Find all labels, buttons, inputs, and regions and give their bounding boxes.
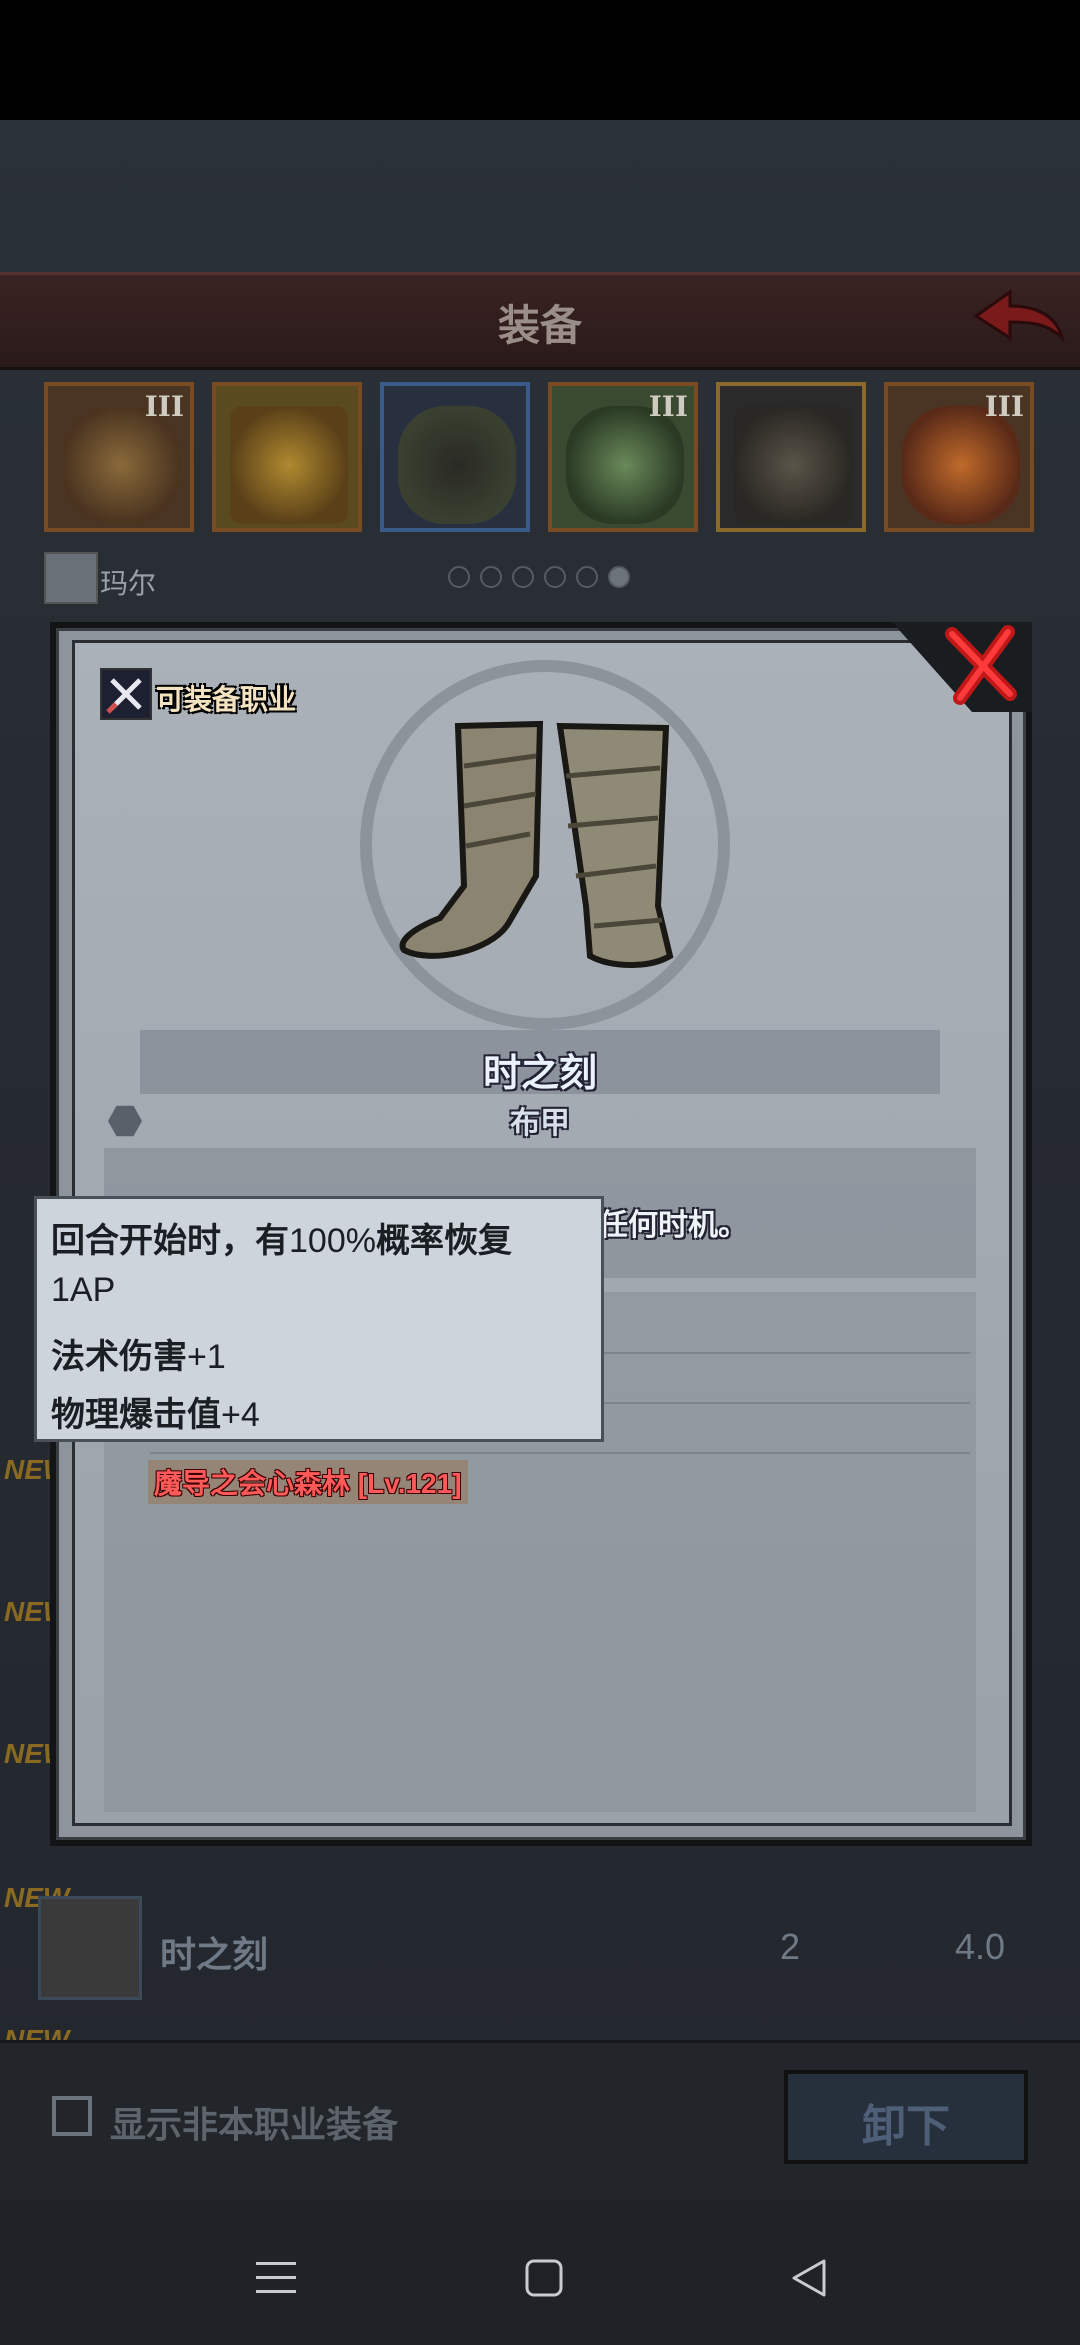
equipment-slot-6[interactable]: III — [884, 382, 1034, 532]
status-bar — [0, 0, 1080, 120]
equipment-slot-1[interactable]: III — [44, 382, 194, 532]
tooltip-line-2: 1AP — [51, 1271, 116, 1309]
equipment-art — [398, 406, 516, 524]
crossed-swords-icon — [106, 678, 142, 714]
avatar — [44, 552, 98, 604]
equipment-art — [62, 406, 180, 524]
list-item-thumbnail — [38, 1896, 142, 2000]
equipment-slot-2[interactable] — [212, 382, 362, 532]
back-nav-icon[interactable] — [790, 2258, 828, 2298]
set-bonus-tag[interactable]: 魔导之会心森林 [Lv.121] — [148, 1460, 468, 1504]
list-item-score: 4.0 — [955, 1926, 1006, 1967]
list-item-name: 时之刻 — [160, 1934, 269, 1975]
item-description-text: 任何时机。 — [598, 1209, 748, 1242]
page-dot — [480, 566, 502, 588]
list-item-level: 2 — [780, 1926, 801, 1967]
boots-icon — [399, 720, 674, 968]
tier-label: III — [648, 390, 688, 423]
back-button[interactable] — [970, 286, 1066, 350]
page-title: 装备 — [497, 302, 582, 349]
home-icon[interactable] — [524, 2258, 564, 2298]
page-dot-active — [608, 566, 630, 588]
stat-tooltip: 回合开始时，有100%概率恢复 1AP 法术伤害+1 物理爆击值+4 — [34, 1196, 604, 1442]
equipment-slot-3[interactable] — [380, 382, 530, 532]
item-type: 布甲 — [510, 1107, 570, 1140]
show-other-class-label: 显示非本职业装备 — [110, 2104, 399, 2145]
equipment-art — [902, 406, 1020, 524]
tier-label: III — [144, 390, 184, 423]
equipment-slot-5-selected[interactable] — [716, 382, 866, 532]
menu-icon[interactable] — [256, 2260, 296, 2296]
unequip-button-label: 卸下 — [862, 2102, 950, 2151]
tooltip-line-4: 物理爆击值+4 — [51, 1396, 260, 1434]
equipment-art — [566, 406, 684, 524]
show-other-class-checkbox[interactable] — [52, 2096, 92, 2136]
boots-art — [734, 406, 852, 524]
page-dot — [512, 566, 534, 588]
equipment-art — [230, 406, 348, 524]
tooltip-line-1: 回合开始时，有100%概率恢复 — [51, 1222, 512, 1260]
item-name: 时之刻 — [482, 1053, 597, 1095]
tooltip-line-3: 法术伤害+1 — [51, 1338, 226, 1376]
character-name: 玛尔 — [100, 568, 157, 599]
tier-label: III — [984, 390, 1024, 423]
page-dot — [448, 566, 470, 588]
page-dot — [576, 566, 598, 588]
divider — [150, 1452, 970, 1454]
equippable-class-label[interactable]: 可装备职业 — [156, 678, 296, 718]
back-arrow-icon — [973, 289, 1065, 343]
close-button[interactable] — [882, 622, 1032, 712]
close-icon — [892, 622, 1032, 712]
page-dot — [544, 566, 566, 588]
equipment-slot-4[interactable]: III — [548, 382, 698, 532]
class-icon — [100, 668, 152, 720]
system-nav-bar — [0, 2200, 1080, 2345]
